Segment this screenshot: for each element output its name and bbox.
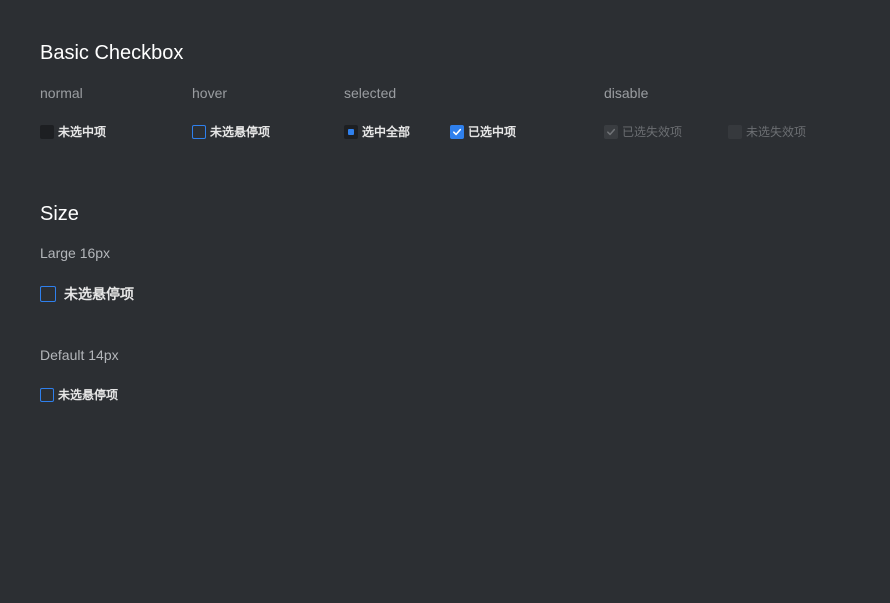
default-size-label: Default 14px — [40, 347, 119, 363]
checkbox-box-unchecked[interactable] — [40, 125, 54, 139]
checkbox-label: 已选失效项 — [622, 125, 683, 139]
column-label-normal: normal — [40, 85, 83, 101]
checkbox-checked[interactable]: 已选中项 — [450, 125, 516, 139]
checkbox-box-hover[interactable] — [192, 125, 206, 139]
checkbox-label: 未选中项 — [58, 125, 107, 139]
large-size-label: Large 16px — [40, 245, 111, 261]
checkbox-disabled-unchecked: 未选失效项 — [728, 125, 806, 139]
checkbox-select-all[interactable]: 选中全部 — [344, 125, 410, 139]
checkbox-box-disabled — [728, 125, 742, 139]
checkbox-box-checked[interactable] — [450, 125, 464, 139]
column-label-disable: disable — [604, 85, 649, 101]
checkbox-label: 选中全部 — [362, 125, 411, 139]
checkbox-disabled-checked: 已选失效项 — [604, 125, 682, 139]
checkbox-large[interactable]: 未选悬停项 — [40, 286, 134, 302]
check-icon — [607, 128, 616, 136]
indeterminate-mark-icon — [348, 129, 354, 135]
checkbox-box-large[interactable] — [40, 286, 56, 302]
column-label-selected: selected — [344, 85, 397, 101]
checkbox-label: 未选悬停项 — [58, 388, 119, 402]
checkbox-normal[interactable]: 未选中项 — [40, 125, 106, 139]
size-title: Size — [40, 203, 79, 225]
checkbox-default[interactable]: 未选悬停项 — [40, 388, 118, 402]
checkbox-label: 已选中项 — [468, 125, 517, 139]
checkbox-box-disabled-checked — [604, 125, 618, 139]
check-icon — [453, 128, 462, 136]
checkbox-box-indeterminate[interactable] — [344, 125, 358, 139]
checkbox-hover[interactable]: 未选悬停项 — [192, 125, 270, 139]
checkbox-box-default[interactable] — [40, 388, 54, 402]
checkbox-label: 未选悬停项 — [210, 125, 271, 139]
checkbox-label: 未选悬停项 — [64, 286, 134, 302]
checkbox-label: 未选失效项 — [746, 125, 807, 139]
column-label-hover: hover — [192, 85, 228, 101]
basic-checkbox-title: Basic Checkbox — [40, 42, 184, 64]
